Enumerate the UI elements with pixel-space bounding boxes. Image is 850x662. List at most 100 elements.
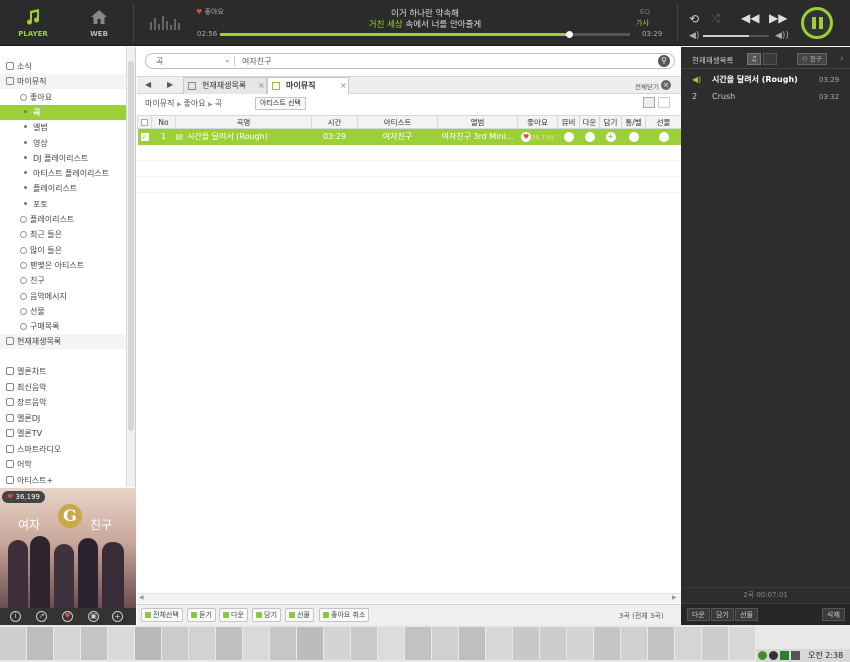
- column-header[interactable]: 앨범: [437, 115, 518, 129]
- taskbar-button[interactable]: [108, 627, 134, 660]
- select-all-checkbox[interactable]: [137, 115, 152, 129]
- search-icon[interactable]: ⚲: [658, 55, 670, 67]
- playlist-row[interactable]: 2 Crush 03:32: [681, 89, 850, 105]
- download-button[interactable]: 다운: [219, 608, 248, 622]
- shuffle-icon[interactable]: ⤮: [711, 12, 720, 26]
- volume-track[interactable]: [703, 35, 769, 37]
- taskbar-button[interactable]: [513, 627, 539, 660]
- tree-item[interactable]: 최근 들은: [0, 227, 126, 242]
- eq-mode-label[interactable]: EQ: [640, 8, 650, 16]
- close-all-icon[interactable]: ×: [661, 80, 671, 90]
- taskbar-button[interactable]: [486, 627, 512, 660]
- breadcrumb-item[interactable]: 곡: [215, 99, 222, 108]
- network-icon[interactable]: [791, 651, 800, 660]
- gift-icon[interactable]: ▣: [88, 611, 99, 622]
- pause-button[interactable]: [801, 7, 833, 39]
- menu-item[interactable]: 어학: [0, 457, 126, 472]
- song-artist[interactable]: 여자친구: [357, 128, 438, 145]
- scroll-right-icon[interactable]: ▶: [672, 594, 677, 601]
- horizontal-scrollbar[interactable]: ◀ ▶: [137, 593, 681, 603]
- collapse-panel-icon[interactable]: ›: [840, 54, 844, 64]
- next-icon[interactable]: ▶▶: [769, 11, 787, 25]
- tab-prev-icon[interactable]: ◀: [145, 80, 151, 89]
- close-icon[interactable]: ×: [258, 78, 265, 94]
- taskbar-button[interactable]: [621, 627, 647, 660]
- add-button[interactable]: 담기: [711, 608, 734, 621]
- download-button[interactable]: 다운: [687, 608, 710, 621]
- tree-item[interactable]: 아티스트 플레이리스트: [0, 166, 126, 181]
- tray-app-icon[interactable]: [769, 651, 778, 660]
- taskbar-button[interactable]: [54, 627, 80, 660]
- taskbar-button[interactable]: [729, 627, 755, 660]
- taskbar-button[interactable]: [567, 627, 593, 660]
- menu-item[interactable]: 최신음악: [0, 380, 126, 395]
- repeat-icon[interactable]: ⟲: [689, 12, 699, 26]
- menu-item[interactable]: 멜론DJ: [0, 411, 126, 426]
- taskbar-button[interactable]: [81, 627, 107, 660]
- previous-icon[interactable]: ◀◀: [741, 11, 759, 25]
- scrollbar-thumb[interactable]: [128, 61, 134, 431]
- playlist-row[interactable]: ◀) 시간을 달려서 (Rough) 03:29: [681, 72, 850, 88]
- taskbar-button[interactable]: [378, 627, 404, 660]
- taskbar-button[interactable]: [243, 627, 269, 660]
- tab-mymusic[interactable]: 마이뮤직 ×: [267, 77, 349, 94]
- like-toggle[interactable]: ♥ 좋아요: [196, 7, 224, 17]
- tree-item[interactable]: 마이뮤직: [0, 74, 126, 90]
- scroll-left-icon[interactable]: ◀: [139, 594, 144, 601]
- select-all-button[interactable]: 전체선택: [141, 608, 183, 622]
- tree-item[interactable]: 앨범: [0, 120, 126, 135]
- taskbar-button[interactable]: [270, 627, 296, 660]
- volume-max-icon[interactable]: ◀)): [775, 31, 789, 41]
- tray-app-icon[interactable]: [758, 651, 767, 660]
- sidebar-item-nowplaying[interactable]: 현재재생목록: [0, 334, 126, 349]
- mv-cell[interactable]: [557, 128, 580, 145]
- add-button[interactable]: 담기: [252, 608, 281, 622]
- tree-item[interactable]: DJ 플레이리스트: [0, 151, 126, 166]
- taskbar-button[interactable]: [324, 627, 350, 660]
- add-cell[interactable]: +: [599, 128, 622, 145]
- chevron-down-icon[interactable]: ⌄: [224, 55, 231, 64]
- add-icon[interactable]: +: [112, 611, 123, 622]
- album-art[interactable]: ♥ 36,199 여자 G 친구: [0, 488, 136, 608]
- taskbar-button[interactable]: [702, 627, 728, 660]
- tree-item[interactable]: 소식: [0, 59, 126, 74]
- song-title-cell[interactable]: ▤ 시간을 달려서 (Rough): [175, 128, 312, 145]
- web-tab[interactable]: WEB: [66, 0, 132, 46]
- taskbar-button[interactable]: [351, 627, 377, 660]
- taskbar-button[interactable]: [594, 627, 620, 660]
- tree-item[interactable]: 선물: [0, 304, 126, 319]
- table-row[interactable]: ✓ 1 ▤ 시간을 달려서 (Rough) 03:29 여자친구 여자친구 3rd…: [137, 128, 682, 145]
- search-category[interactable]: 곡: [156, 56, 163, 67]
- tree-item[interactable]: 곡: [0, 104, 126, 120]
- taskbar-button[interactable]: [297, 627, 323, 660]
- tree-item[interactable]: 플레이리스트: [0, 212, 126, 227]
- taskbar-button[interactable]: [675, 627, 701, 660]
- close-icon[interactable]: ×: [340, 78, 347, 94]
- taskbar-button[interactable]: [0, 627, 26, 660]
- tree-item[interactable]: 음악메시지: [0, 289, 126, 304]
- sidebar-scrollbar[interactable]: [126, 47, 135, 487]
- artist-select-button[interactable]: 아티스트 선택: [255, 97, 306, 110]
- taskbar-button[interactable]: [648, 627, 674, 660]
- progress-track[interactable]: [220, 31, 630, 38]
- album-like-badge[interactable]: ♥ 36,199: [2, 491, 46, 503]
- menu-item[interactable]: 장르음악: [0, 395, 126, 410]
- share-icon[interactable]: ↗: [36, 611, 47, 622]
- ringtone-cell[interactable]: [621, 128, 646, 145]
- video-list-icon[interactable]: [763, 53, 777, 65]
- tree-item[interactable]: 포토: [0, 197, 126, 212]
- progress-handle[interactable]: [565, 31, 573, 38]
- tree-item[interactable]: 구매목록: [0, 319, 126, 334]
- column-header[interactable]: 좋아요: [517, 115, 558, 129]
- tab-next-icon[interactable]: ▶: [167, 80, 173, 89]
- column-header[interactable]: No: [151, 115, 176, 129]
- menu-item[interactable]: 멜론차트: [0, 364, 126, 379]
- tree-item[interactable]: 많이 들은: [0, 243, 126, 258]
- heart-icon[interactable]: ♥: [62, 611, 73, 622]
- list-view-icon[interactable]: [643, 97, 655, 108]
- tab-nowplaying[interactable]: 현재재생목록 ×: [183, 77, 267, 94]
- menu-item[interactable]: 스마트라디오: [0, 442, 126, 457]
- friend-button[interactable]: ⚇ 친구: [797, 53, 827, 65]
- taskbar-button[interactable]: [459, 627, 485, 660]
- menu-item[interactable]: 아티스트+: [0, 473, 126, 488]
